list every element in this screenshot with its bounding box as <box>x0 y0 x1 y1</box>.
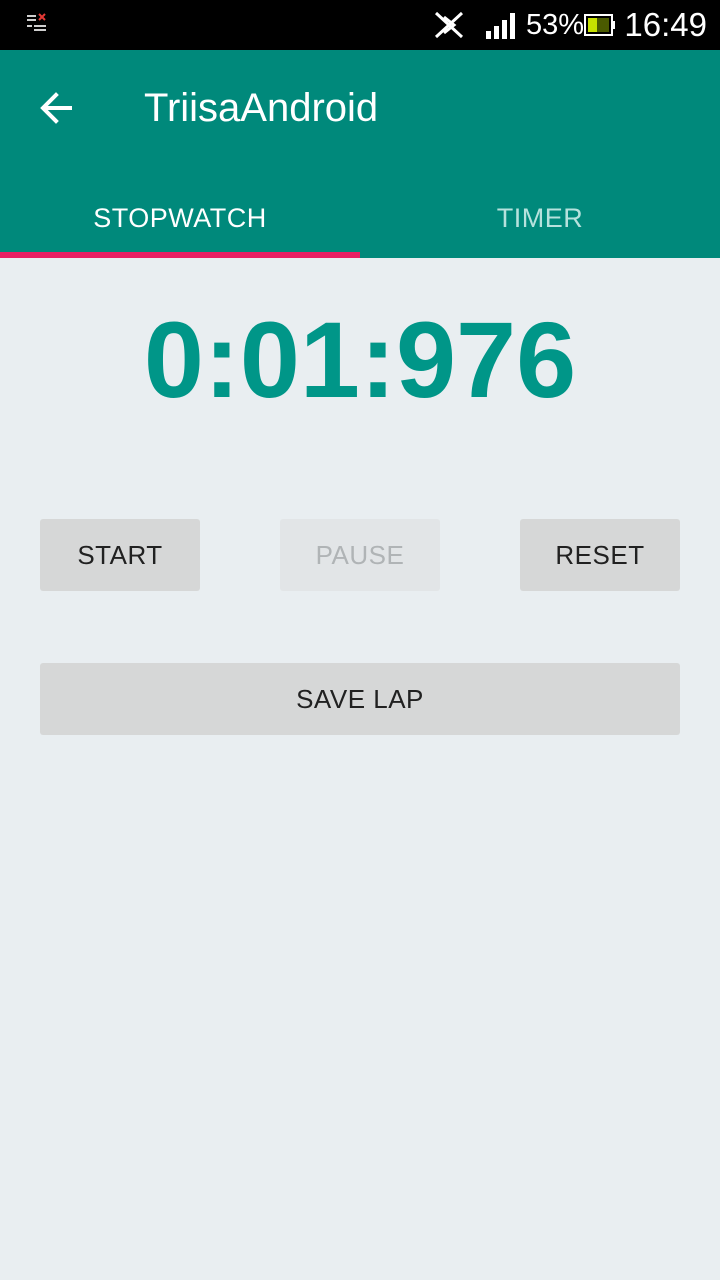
battery-icon <box>584 14 615 36</box>
tab-indicator <box>0 252 360 258</box>
bluetooth-off-icon <box>434 11 464 39</box>
signal-icon <box>486 13 515 39</box>
clock: 16:49 <box>624 6 707 43</box>
tab-timer[interactable]: TIMER <box>360 178 720 258</box>
arrow-back-icon <box>40 92 72 124</box>
battery-percent: 53% <box>526 9 585 41</box>
stopwatch-display: 0:01:976 <box>143 299 577 420</box>
tab-stopwatch[interactable]: STOPWATCH <box>0 178 360 258</box>
app-title: TriisaAndroid <box>144 86 379 130</box>
pause-button[interactable]: PAUSE <box>280 519 440 591</box>
start-button[interactable]: START <box>40 519 200 591</box>
reset-button[interactable]: RESET <box>520 519 680 591</box>
back-button[interactable] <box>24 76 88 140</box>
save-lap-button[interactable]: SAVE LAP <box>40 663 680 735</box>
notification-icon <box>27 13 46 31</box>
status-bar: 53% 16:49 <box>0 0 720 50</box>
app-bar: TriisaAndroid STOPWATCH TIMER <box>0 50 720 258</box>
